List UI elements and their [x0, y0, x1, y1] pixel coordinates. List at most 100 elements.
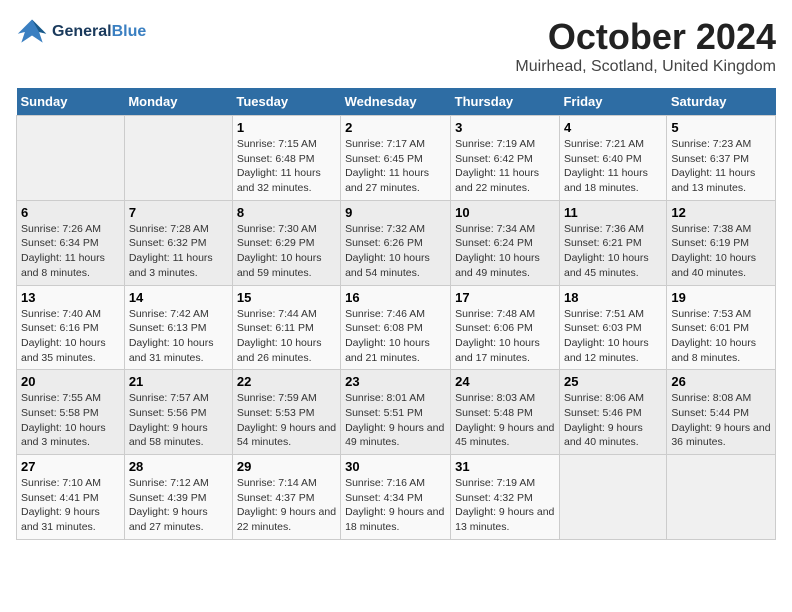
- month-title: October 2024: [515, 16, 776, 58]
- calendar-cell: 11Sunrise: 7:36 AM Sunset: 6:21 PM Dayli…: [559, 200, 666, 285]
- calendar-cell: 5Sunrise: 7:23 AM Sunset: 6:37 PM Daylig…: [667, 116, 776, 201]
- calendar-cell: 18 Sunrise: 7:51 AM Sunset: 6:03 PM Dayli…: [559, 285, 666, 370]
- location-label: Muirhead, Scotland, United Kingdom: [515, 58, 776, 76]
- logo: GeneralBlue: [16, 16, 146, 48]
- calendar-cell: 8Sunrise: 7:30 AM Sunset: 6:29 PM Daylig…: [232, 200, 340, 285]
- day-number: 17: [455, 290, 555, 305]
- calendar-cell: 22 Sunrise: 7:59 AM Sunset: 5:53 PM Dayli…: [232, 370, 340, 455]
- calendar-cell: 6Sunrise: 7:26 AM Sunset: 6:34 PM Daylig…: [17, 200, 125, 285]
- weekday-header-friday: Friday: [559, 88, 666, 116]
- calendar-cell: 19Sunrise: 7:53 AM Sunset: 6:01 PM Dayli…: [667, 285, 776, 370]
- day-info: Sunrise: 7:38 AM Sunset: 6:19 PM Dayligh…: [671, 222, 771, 281]
- weekday-header-wednesday: Wednesday: [341, 88, 451, 116]
- calendar-cell: 31 Sunrise: 7:19 AM Sunset: 4:32 PM Dayli…: [451, 455, 560, 540]
- calendar-cell: 3Sunrise: 7:19 AM Sunset: 6:42 PM Daylig…: [451, 116, 560, 201]
- calendar-cell: 30 Sunrise: 7:16 AM Sunset: 4:34 PM Dayli…: [341, 455, 451, 540]
- day-number: 28: [129, 459, 228, 474]
- day-number: 22: [237, 374, 336, 389]
- day-info: Sunrise: 7:40 AM Sunset: 6:16 PM Dayligh…: [21, 307, 120, 366]
- day-info: Sunrise: 7:17 AM Sunset: 6:45 PM Dayligh…: [345, 137, 446, 196]
- day-info: Sunrise: 7:32 AM Sunset: 6:26 PM Dayligh…: [345, 222, 446, 281]
- day-info: Sunrise: 7:51 AM Sunset: 6:03 PM Dayligh…: [564, 307, 662, 366]
- weekday-header-sunday: Sunday: [17, 88, 125, 116]
- day-info: Sunrise: 7:14 AM Sunset: 4:37 PM Dayligh…: [237, 476, 336, 535]
- calendar-week-row: 20 Sunrise: 7:55 AM Sunset: 5:58 PM Dayli…: [17, 370, 776, 455]
- day-number: 23: [345, 374, 446, 389]
- calendar-cell: 10 Sunrise: 7:34 AM Sunset: 6:24 PM Dayli…: [451, 200, 560, 285]
- calendar-cell: 27 Sunrise: 7:10 AM Sunset: 4:41 PM Dayli…: [17, 455, 125, 540]
- calendar-cell: 25Sunrise: 8:06 AM Sunset: 5:46 PM Dayli…: [559, 370, 666, 455]
- day-number: 12: [671, 205, 771, 220]
- calendar-cell: 23 Sunrise: 8:01 AM Sunset: 5:51 PM Dayli…: [341, 370, 451, 455]
- day-number: 16: [345, 290, 446, 305]
- calendar-cell: 17Sunrise: 7:48 AM Sunset: 6:06 PM Dayli…: [451, 285, 560, 370]
- calendar-cell: 26 Sunrise: 8:08 AM Sunset: 5:44 PM Dayli…: [667, 370, 776, 455]
- weekday-header-monday: Monday: [124, 88, 232, 116]
- calendar-cell: 14 Sunrise: 7:42 AM Sunset: 6:13 PM Dayli…: [124, 285, 232, 370]
- day-number: 20: [21, 374, 120, 389]
- day-info: Sunrise: 8:08 AM Sunset: 5:44 PM Dayligh…: [671, 391, 771, 450]
- calendar-week-row: 1 Sunrise: 7:15 AM Sunset: 6:48 PM Daylig…: [17, 116, 776, 201]
- day-info: Sunrise: 7:19 AM Sunset: 4:32 PM Dayligh…: [455, 476, 555, 535]
- calendar-cell: 15Sunrise: 7:44 AM Sunset: 6:11 PM Dayli…: [232, 285, 340, 370]
- calendar-cell: 7 Sunrise: 7:28 AM Sunset: 6:32 PM Daylig…: [124, 200, 232, 285]
- day-number: 26: [671, 374, 771, 389]
- day-info: Sunrise: 7:34 AM Sunset: 6:24 PM Dayligh…: [455, 222, 555, 281]
- day-number: 15: [237, 290, 336, 305]
- day-info: Sunrise: 7:16 AM Sunset: 4:34 PM Dayligh…: [345, 476, 446, 535]
- calendar-cell: 20 Sunrise: 7:55 AM Sunset: 5:58 PM Dayli…: [17, 370, 125, 455]
- calendar-cell: 24 Sunrise: 8:03 AM Sunset: 5:48 PM Dayli…: [451, 370, 560, 455]
- calendar-cell: 21 Sunrise: 7:57 AM Sunset: 5:56 PM Dayli…: [124, 370, 232, 455]
- calendar-cell: 12 Sunrise: 7:38 AM Sunset: 6:19 PM Dayli…: [667, 200, 776, 285]
- day-info: Sunrise: 7:59 AM Sunset: 5:53 PM Dayligh…: [237, 391, 336, 450]
- day-number: 30: [345, 459, 446, 474]
- day-info: Sunrise: 7:36 AM Sunset: 6:21 PM Dayligh…: [564, 222, 662, 281]
- day-number: 14: [129, 290, 228, 305]
- day-number: 31: [455, 459, 555, 474]
- calendar-week-row: 27 Sunrise: 7:10 AM Sunset: 4:41 PM Dayli…: [17, 455, 776, 540]
- day-number: 10: [455, 205, 555, 220]
- calendar-cell: 2 Sunrise: 7:17 AM Sunset: 6:45 PM Daylig…: [341, 116, 451, 201]
- day-number: 24: [455, 374, 555, 389]
- logo-text: GeneralBlue: [52, 22, 146, 41]
- day-number: 21: [129, 374, 228, 389]
- day-info: Sunrise: 7:55 AM Sunset: 5:58 PM Dayligh…: [21, 391, 120, 450]
- calendar-cell: [559, 455, 666, 540]
- weekday-header-saturday: Saturday: [667, 88, 776, 116]
- calendar-cell: 9 Sunrise: 7:32 AM Sunset: 6:26 PM Daylig…: [341, 200, 451, 285]
- day-info: Sunrise: 8:03 AM Sunset: 5:48 PM Dayligh…: [455, 391, 555, 450]
- calendar-week-row: 6Sunrise: 7:26 AM Sunset: 6:34 PM Daylig…: [17, 200, 776, 285]
- calendar-cell: [124, 116, 232, 201]
- calendar-cell: 13Sunrise: 7:40 AM Sunset: 6:16 PM Dayli…: [17, 285, 125, 370]
- calendar-table: SundayMondayTuesdayWednesdayThursdayFrid…: [16, 88, 776, 540]
- day-info: Sunrise: 7:42 AM Sunset: 6:13 PM Dayligh…: [129, 307, 228, 366]
- day-info: Sunrise: 7:12 AM Sunset: 4:39 PM Dayligh…: [129, 476, 228, 535]
- calendar-header-row: SundayMondayTuesdayWednesdayThursdayFrid…: [17, 88, 776, 116]
- day-number: 29: [237, 459, 336, 474]
- day-number: 6: [21, 205, 120, 220]
- calendar-week-row: 13Sunrise: 7:40 AM Sunset: 6:16 PM Dayli…: [17, 285, 776, 370]
- day-info: Sunrise: 7:46 AM Sunset: 6:08 PM Dayligh…: [345, 307, 446, 366]
- day-info: Sunrise: 8:01 AM Sunset: 5:51 PM Dayligh…: [345, 391, 446, 450]
- day-number: 4: [564, 120, 662, 135]
- day-info: Sunrise: 7:21 AM Sunset: 6:40 PM Dayligh…: [564, 137, 662, 196]
- day-number: 9: [345, 205, 446, 220]
- day-info: Sunrise: 7:57 AM Sunset: 5:56 PM Dayligh…: [129, 391, 228, 450]
- day-number: 19: [671, 290, 771, 305]
- day-number: 1: [237, 120, 336, 135]
- calendar-cell: 1 Sunrise: 7:15 AM Sunset: 6:48 PM Daylig…: [232, 116, 340, 201]
- day-info: Sunrise: 7:15 AM Sunset: 6:48 PM Dayligh…: [237, 137, 336, 196]
- day-number: 7: [129, 205, 228, 220]
- calendar-cell: 4 Sunrise: 7:21 AM Sunset: 6:40 PM Daylig…: [559, 116, 666, 201]
- calendar-cell: [667, 455, 776, 540]
- logo-bird-icon: [16, 16, 48, 48]
- calendar-cell: 28 Sunrise: 7:12 AM Sunset: 4:39 PM Dayli…: [124, 455, 232, 540]
- day-number: 27: [21, 459, 120, 474]
- title-area: October 2024 Muirhead, Scotland, United …: [515, 16, 776, 76]
- day-number: 5: [671, 120, 771, 135]
- day-info: Sunrise: 7:28 AM Sunset: 6:32 PM Dayligh…: [129, 222, 228, 281]
- day-number: 25: [564, 374, 662, 389]
- day-info: Sunrise: 7:10 AM Sunset: 4:41 PM Dayligh…: [21, 476, 120, 535]
- day-number: 2: [345, 120, 446, 135]
- day-number: 18: [564, 290, 662, 305]
